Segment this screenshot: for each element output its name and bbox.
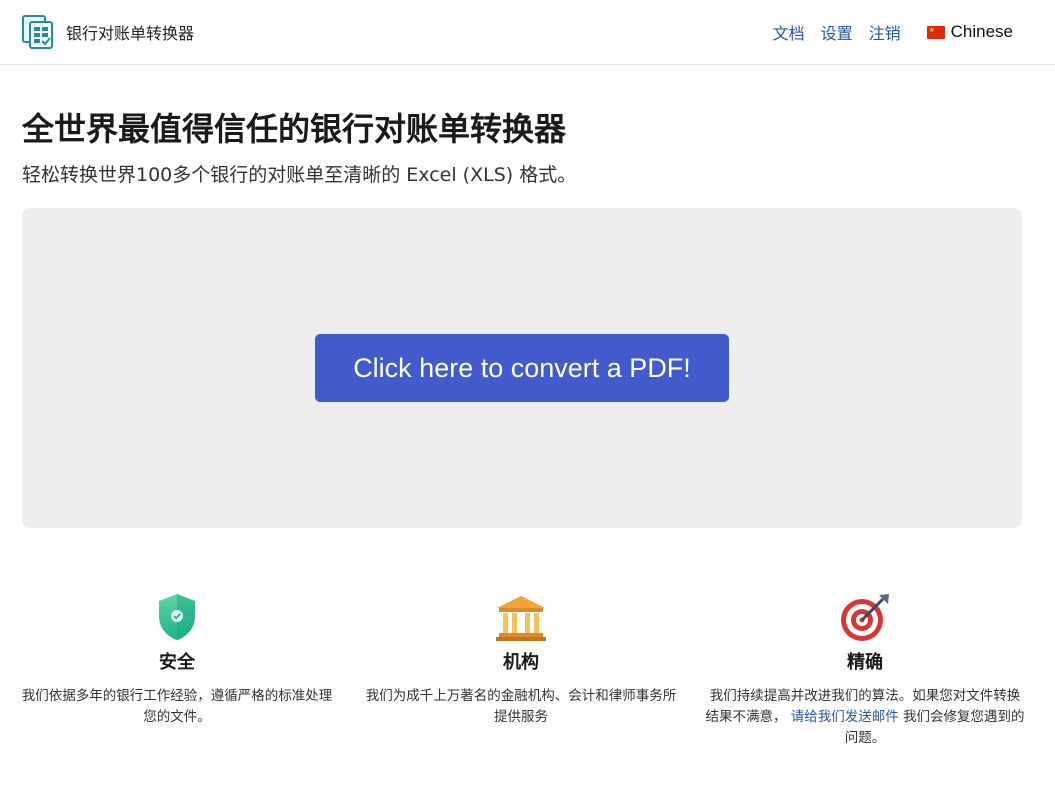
nav-docs-link[interactable]: 文档 [773, 20, 805, 44]
feature-text: 我们持续提高并改进我们的算法。如果您对文件转换结果不满意， 请给我们发送邮件 我… [693, 686, 1037, 749]
feature-security: 安全 我们依据多年的银行工作经验，遵循严格的标准处理您的文件。 [5, 590, 349, 728]
feature-title: 安全 [159, 652, 195, 673]
send-email-link[interactable]: 请给我们发送邮件 [791, 709, 899, 725]
top-header: 银行对账单转换器 文档 设置 注销 ★ Chinese [0, 0, 1055, 65]
feature-text: 我们为成千上万著名的金融机构、会计和律师事务所提供服务 [365, 688, 677, 725]
page-subtitle: 轻松转换世界100多个银行的对账单至清晰的 Excel (XLS) 格式。 [22, 164, 577, 186]
nav-settings-link[interactable]: 设置 [821, 20, 853, 44]
document-table-logo-icon [22, 15, 53, 49]
feature-title: 精确 [847, 652, 883, 673]
feature-text: 我们依据多年的银行工作经验，遵循严格的标准处理您的文件。 [21, 688, 333, 725]
feature-institutions: 机构 我们为成千上万著名的金融机构、会计和律师事务所提供服务 [349, 590, 693, 728]
feature-accuracy: 精确 我们持续提高并改进我们的算法。如果您对文件转换结果不满意， 请给我们发送邮… [693, 590, 1037, 749]
bank-building-icon [496, 596, 546, 641]
main-nav: 文档 设置 注销 ★ Chinese [773, 20, 1055, 44]
target-dart-icon [841, 594, 889, 641]
pdf-dropzone[interactable]: Click here to convert a PDF! [22, 208, 1022, 528]
language-selector[interactable]: ★ Chinese [926, 22, 1013, 42]
brand-name: 银行对账单转换器 [66, 24, 195, 43]
language-label: Chinese [950, 22, 1013, 41]
brand-link[interactable]: 银行对账单转换器 [22, 15, 194, 49]
page-title: 全世界最值得信任的银行对账单转换器 [22, 110, 567, 148]
china-flag-icon: ★ [926, 25, 945, 39]
feature-title: 机构 [503, 652, 539, 673]
nav-logout-link[interactable]: 注销 [869, 20, 901, 44]
convert-pdf-button[interactable]: Click here to convert a PDF! [315, 334, 729, 402]
shield-check-icon [159, 594, 195, 640]
features-section: 安全 我们依据多年的银行工作经验，遵循严格的标准处理您的文件。 机构 我们为成千… [5, 590, 1050, 760]
